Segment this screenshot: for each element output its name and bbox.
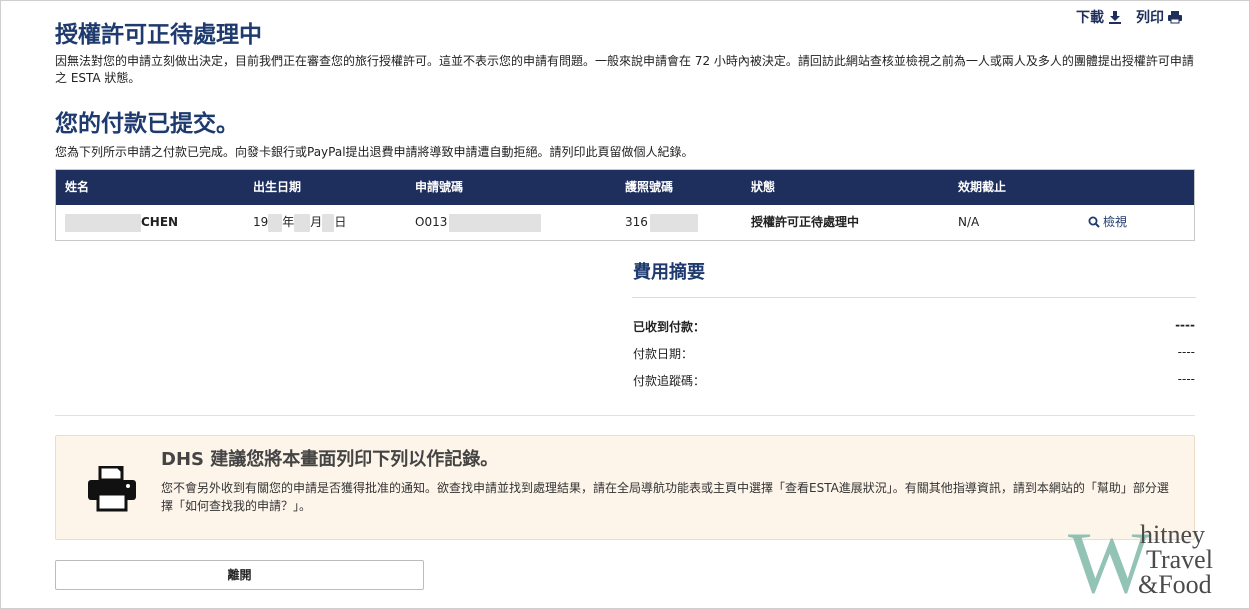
fee-summary-title: 費用摘要 <box>633 262 705 283</box>
payment-title: 您的付款已提交。 <box>55 111 239 137</box>
header-application-number: 申請號碼 <box>415 180 464 194</box>
application-table: 姓名 出生日期 申請號碼 護照號碼 狀態 效期截止 CHEN 19 年 月日 O01… <box>55 169 1195 241</box>
print-notice: DHS 建議您將本畫面列印下列以作記錄。 您不會另外收到有關您的申請是否獲得批准… <box>55 435 1195 540</box>
passport-number-prefix: 316 <box>625 215 648 229</box>
fee-value: ---- <box>1177 372 1195 386</box>
status-description: 因無法對您的申請立刻做出決定，目前我們正在審查您的旅行授權許可。這並不表示您的申… <box>55 54 1194 85</box>
dob-day-label: 日 <box>334 215 347 229</box>
fee-value: ---- <box>1177 345 1195 359</box>
view-link[interactable]: 檢視 <box>1088 205 1127 240</box>
watermark-line: &Food <box>1138 570 1212 599</box>
header-name: 姓名 <box>65 180 90 194</box>
redacted-block <box>294 213 311 232</box>
dob-month-label: 月 <box>310 215 323 229</box>
fee-row-tracking-code: 付款追蹤碼： ---- <box>633 372 1195 389</box>
printer-icon <box>88 466 136 512</box>
redacted-block <box>649 213 698 232</box>
search-icon <box>1088 216 1100 228</box>
print-link[interactable]: 列印 <box>1136 7 1182 27</box>
redacted-block <box>65 213 141 232</box>
fee-label: 付款追蹤碼： <box>633 374 706 388</box>
notice-title: DHS 建議您將本畫面列印下列以作記錄。 <box>161 449 499 470</box>
fee-label: 已收到付款： <box>633 320 706 334</box>
applicant-name: CHEN <box>65 205 178 240</box>
leave-button[interactable]: 離開 <box>55 560 424 590</box>
divider <box>55 415 1195 416</box>
view-label: 檢視 <box>1103 215 1128 229</box>
header-status: 狀態 <box>751 180 776 194</box>
application-status: 授權許可正待處理中 <box>751 215 860 229</box>
download-icon <box>1109 11 1121 24</box>
top-actions: 下載 列印 <box>1076 7 1182 27</box>
divider <box>632 297 1196 298</box>
dob-year-label: 年 <box>282 215 295 229</box>
dob-prefix: 19 <box>253 215 269 229</box>
print-icon <box>1168 11 1182 24</box>
applicant-surname: CHEN <box>141 215 179 229</box>
expiry-date: N/A <box>958 215 980 229</box>
notice-body: 您不會另外收到有關您的申請是否獲得批准的通知。欲查找申請並找到處理結果，請在全局… <box>161 481 1169 513</box>
fee-row-payment-received: 已收到付款： ---- <box>633 318 1195 335</box>
redacted-block <box>268 213 283 232</box>
download-link[interactable]: 下載 <box>1076 7 1122 27</box>
watermark-logo: W hitney Travel &Food <box>1068 520 1243 608</box>
passport-number: 316 <box>625 205 698 240</box>
table-header: 姓名 出生日期 申請號碼 護照號碼 狀態 效期截止 <box>56 170 1194 205</box>
print-label: 列印 <box>1136 10 1164 26</box>
application-number: O013 <box>415 205 542 240</box>
redacted-block <box>322 213 335 232</box>
header-dob: 出生日期 <box>253 180 302 194</box>
status-title: 授權許可正待處理中 <box>55 22 262 48</box>
header-passport-number: 護照號碼 <box>625 180 674 194</box>
redacted-block <box>449 213 542 232</box>
download-label: 下載 <box>1076 10 1104 26</box>
application-number-prefix: O013 <box>415 215 448 229</box>
payment-description: 您為下列所示申請之付款已完成。向發卡銀行或PayPal提出退費申請將導致申請遭自… <box>55 145 694 159</box>
fee-value: ---- <box>1175 318 1195 332</box>
fee-label: 付款日期： <box>633 347 694 361</box>
applicant-dob: 19 年 月日 <box>253 205 346 240</box>
header-expiry: 效期截止 <box>958 180 1007 194</box>
table-row: CHEN 19 年 月日 O013 316 授權許可正待處理中 N/A 檢視 <box>56 205 1194 240</box>
fee-row-payment-date: 付款日期： ---- <box>633 345 1195 362</box>
